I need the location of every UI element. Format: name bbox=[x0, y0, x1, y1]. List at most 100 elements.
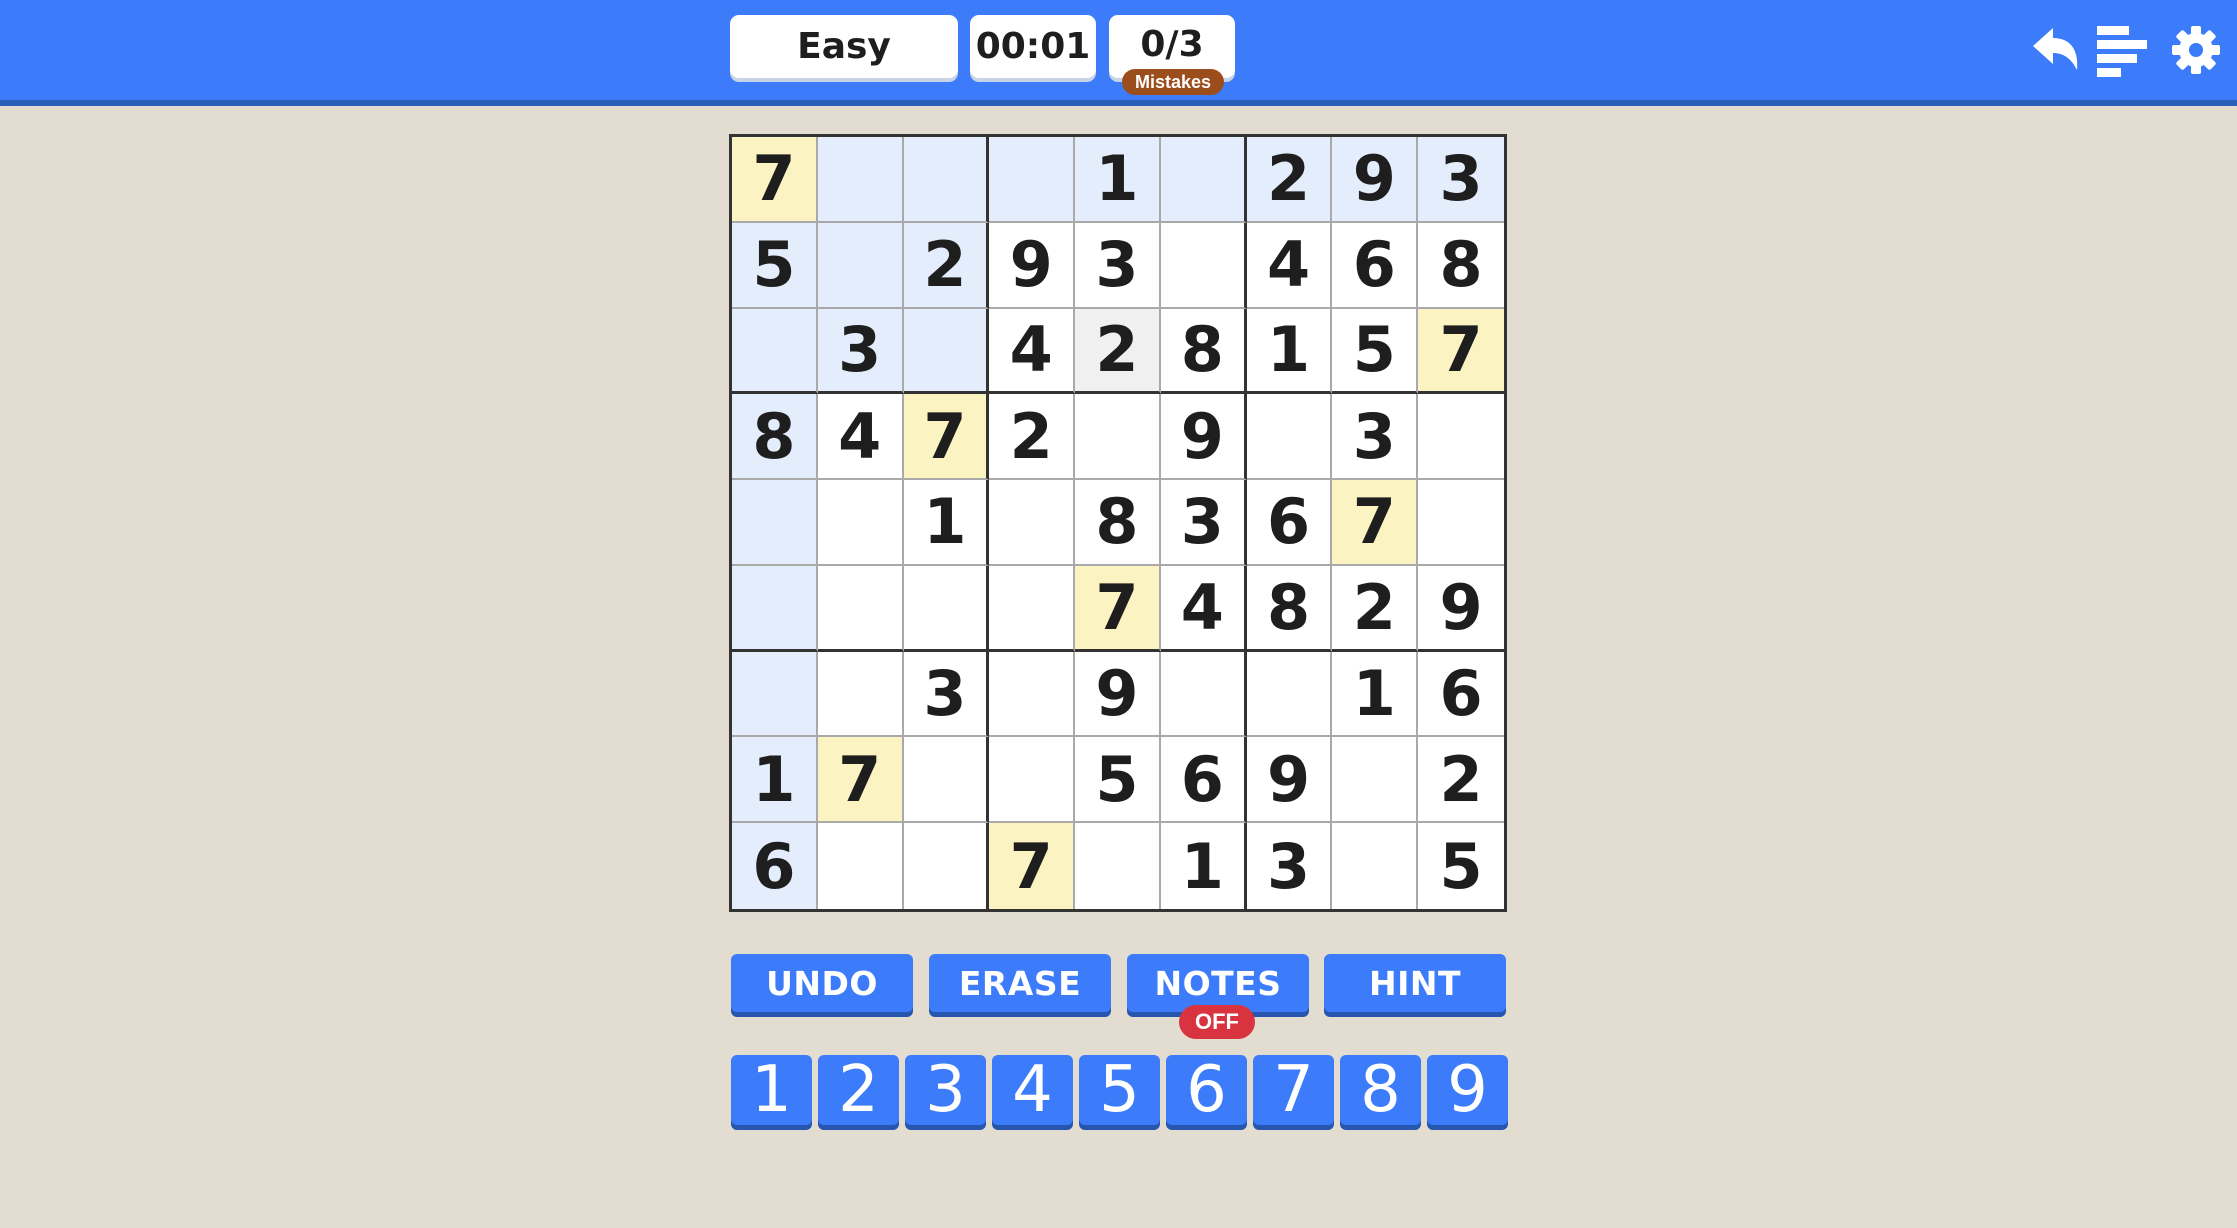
sudoku-cell[interactable] bbox=[903, 565, 990, 652]
sudoku-cell[interactable]: 7 bbox=[989, 823, 1076, 909]
number-button-8[interactable]: 8 bbox=[1340, 1053, 1421, 1127]
sudoku-cell[interactable]: 3 bbox=[1247, 823, 1333, 909]
sudoku-cell[interactable]: 4 bbox=[989, 308, 1076, 395]
number-button-4[interactable]: 4 bbox=[992, 1053, 1073, 1127]
number-button-9[interactable]: 9 bbox=[1427, 1053, 1508, 1127]
sudoku-cell[interactable] bbox=[989, 565, 1076, 652]
sudoku-cell[interactable]: 5 bbox=[1418, 823, 1504, 909]
sudoku-cell[interactable]: 6 bbox=[732, 823, 818, 909]
sudoku-cell[interactable]: 8 bbox=[1246, 565, 1333, 652]
sudoku-cell[interactable] bbox=[1160, 137, 1247, 223]
sudoku-cell[interactable]: 7 bbox=[817, 737, 904, 824]
sudoku-cell[interactable]: 7 bbox=[1332, 480, 1419, 566]
sudoku-cell[interactable]: 6 bbox=[1246, 480, 1333, 566]
sudoku-cell[interactable] bbox=[817, 137, 904, 223]
sudoku-cell[interactable]: 1 bbox=[732, 737, 818, 824]
sudoku-cell[interactable]: 3 bbox=[1332, 394, 1419, 481]
sudoku-cell[interactable]: 1 bbox=[1161, 823, 1247, 909]
number-button-7[interactable]: 7 bbox=[1253, 1053, 1334, 1127]
sudoku-cell[interactable]: 2 bbox=[1418, 737, 1504, 824]
sudoku-cell[interactable] bbox=[1418, 394, 1504, 481]
sudoku-cell[interactable]: 3 bbox=[1418, 137, 1504, 223]
sudoku-cell[interactable]: 7 bbox=[732, 137, 818, 223]
sudoku-cell[interactable] bbox=[903, 137, 990, 223]
sudoku-cell[interactable] bbox=[903, 737, 990, 824]
sudoku-cell[interactable]: 2 bbox=[1075, 308, 1161, 395]
sudoku-cell[interactable]: 7 bbox=[903, 394, 990, 481]
sudoku-cell[interactable]: 8 bbox=[1160, 308, 1247, 395]
sudoku-cell[interactable]: 9 bbox=[1332, 137, 1419, 223]
erase-button[interactable]: ERASE bbox=[929, 954, 1111, 1012]
sudoku-cell[interactable] bbox=[817, 480, 904, 566]
sudoku-cell[interactable]: 4 bbox=[1160, 565, 1247, 652]
sudoku-cell[interactable]: 6 bbox=[1332, 222, 1419, 309]
sudoku-cell[interactable]: 7 bbox=[1418, 308, 1504, 395]
sudoku-cell[interactable] bbox=[1075, 394, 1161, 481]
sudoku-cell[interactable] bbox=[1332, 737, 1419, 824]
sudoku-cell[interactable]: 2 bbox=[903, 222, 990, 309]
sudoku-cell[interactable]: 3 bbox=[903, 651, 990, 738]
sudoku-cell[interactable]: 4 bbox=[1246, 222, 1333, 309]
sudoku-cell[interactable] bbox=[1075, 823, 1161, 909]
hint-button[interactable]: HINT bbox=[1324, 954, 1506, 1012]
sudoku-cell[interactable] bbox=[1246, 651, 1333, 738]
sudoku-cell[interactable]: 8 bbox=[732, 394, 818, 481]
sudoku-cell[interactable]: 6 bbox=[1418, 652, 1504, 738]
sudoku-cell[interactable]: 1 bbox=[1246, 308, 1333, 395]
sudoku-cell[interactable]: 3 bbox=[817, 308, 904, 395]
sudoku-cell[interactable] bbox=[989, 651, 1076, 738]
number-button-3[interactable]: 3 bbox=[905, 1053, 986, 1127]
sudoku-cell[interactable]: 5 bbox=[1332, 308, 1419, 395]
sudoku-cell[interactable]: 4 bbox=[817, 394, 904, 481]
sudoku-cell[interactable] bbox=[1246, 394, 1333, 481]
sudoku-cell[interactable] bbox=[989, 737, 1076, 824]
notes-status-badge: OFF bbox=[1179, 1005, 1255, 1039]
sudoku-cell[interactable]: 9 bbox=[1075, 651, 1161, 738]
sudoku-cell[interactable]: 3 bbox=[1075, 222, 1161, 309]
back-arrow-icon[interactable] bbox=[2027, 20, 2083, 80]
sudoku-cell[interactable]: 8 bbox=[1075, 480, 1161, 566]
sudoku-cell[interactable] bbox=[817, 651, 904, 738]
sudoku-cell[interactable]: 5 bbox=[1075, 737, 1161, 824]
sudoku-cell[interactable] bbox=[732, 308, 818, 395]
notes-button[interactable]: NOTES bbox=[1127, 954, 1309, 1012]
timer: 00:01 bbox=[970, 15, 1096, 78]
sudoku-cell[interactable] bbox=[903, 308, 990, 395]
sudoku-cell[interactable] bbox=[817, 565, 904, 652]
difficulty-label[interactable]: Easy bbox=[730, 15, 958, 78]
sudoku-cell[interactable] bbox=[1332, 823, 1419, 909]
sudoku-cell[interactable]: 5 bbox=[732, 222, 818, 309]
sudoku-cell[interactable] bbox=[989, 137, 1076, 223]
sudoku-cell[interactable] bbox=[989, 480, 1076, 566]
sudoku-cell[interactable] bbox=[732, 565, 818, 652]
sudoku-cell[interactable]: 2 bbox=[989, 394, 1076, 481]
number-button-6[interactable]: 6 bbox=[1166, 1053, 1247, 1127]
undo-button[interactable]: UNDO bbox=[731, 954, 913, 1012]
sudoku-cell[interactable]: 8 bbox=[1418, 223, 1504, 309]
stats-icon[interactable] bbox=[2095, 20, 2151, 80]
sudoku-cell[interactable]: 1 bbox=[1332, 651, 1419, 738]
sudoku-cell[interactable]: 2 bbox=[1332, 565, 1419, 652]
sudoku-cell[interactable]: 3 bbox=[1160, 480, 1247, 566]
sudoku-cell[interactable]: 9 bbox=[1160, 394, 1247, 481]
number-button-1[interactable]: 1 bbox=[731, 1053, 812, 1127]
number-button-5[interactable]: 5 bbox=[1079, 1053, 1160, 1127]
number-button-2[interactable]: 2 bbox=[818, 1053, 899, 1127]
sudoku-cell[interactable]: 9 bbox=[1246, 737, 1333, 824]
sudoku-cell[interactable]: 2 bbox=[1246, 137, 1333, 223]
sudoku-cell[interactable] bbox=[904, 823, 990, 909]
sudoku-cell[interactable] bbox=[732, 651, 818, 738]
sudoku-cell[interactable]: 1 bbox=[1075, 137, 1161, 223]
sudoku-cell[interactable] bbox=[1160, 222, 1247, 309]
sudoku-cell[interactable]: 9 bbox=[989, 222, 1076, 309]
sudoku-cell[interactable] bbox=[732, 480, 818, 566]
sudoku-cell[interactable] bbox=[817, 222, 904, 309]
sudoku-cell[interactable]: 6 bbox=[1160, 737, 1247, 824]
sudoku-cell[interactable]: 7 bbox=[1075, 565, 1161, 652]
sudoku-cell[interactable] bbox=[1160, 651, 1247, 738]
sudoku-cell[interactable]: 9 bbox=[1418, 566, 1504, 652]
sudoku-cell[interactable] bbox=[1418, 480, 1504, 566]
gear-icon[interactable] bbox=[2168, 20, 2224, 80]
sudoku-cell[interactable]: 1 bbox=[903, 480, 990, 566]
sudoku-cell[interactable] bbox=[818, 823, 904, 909]
